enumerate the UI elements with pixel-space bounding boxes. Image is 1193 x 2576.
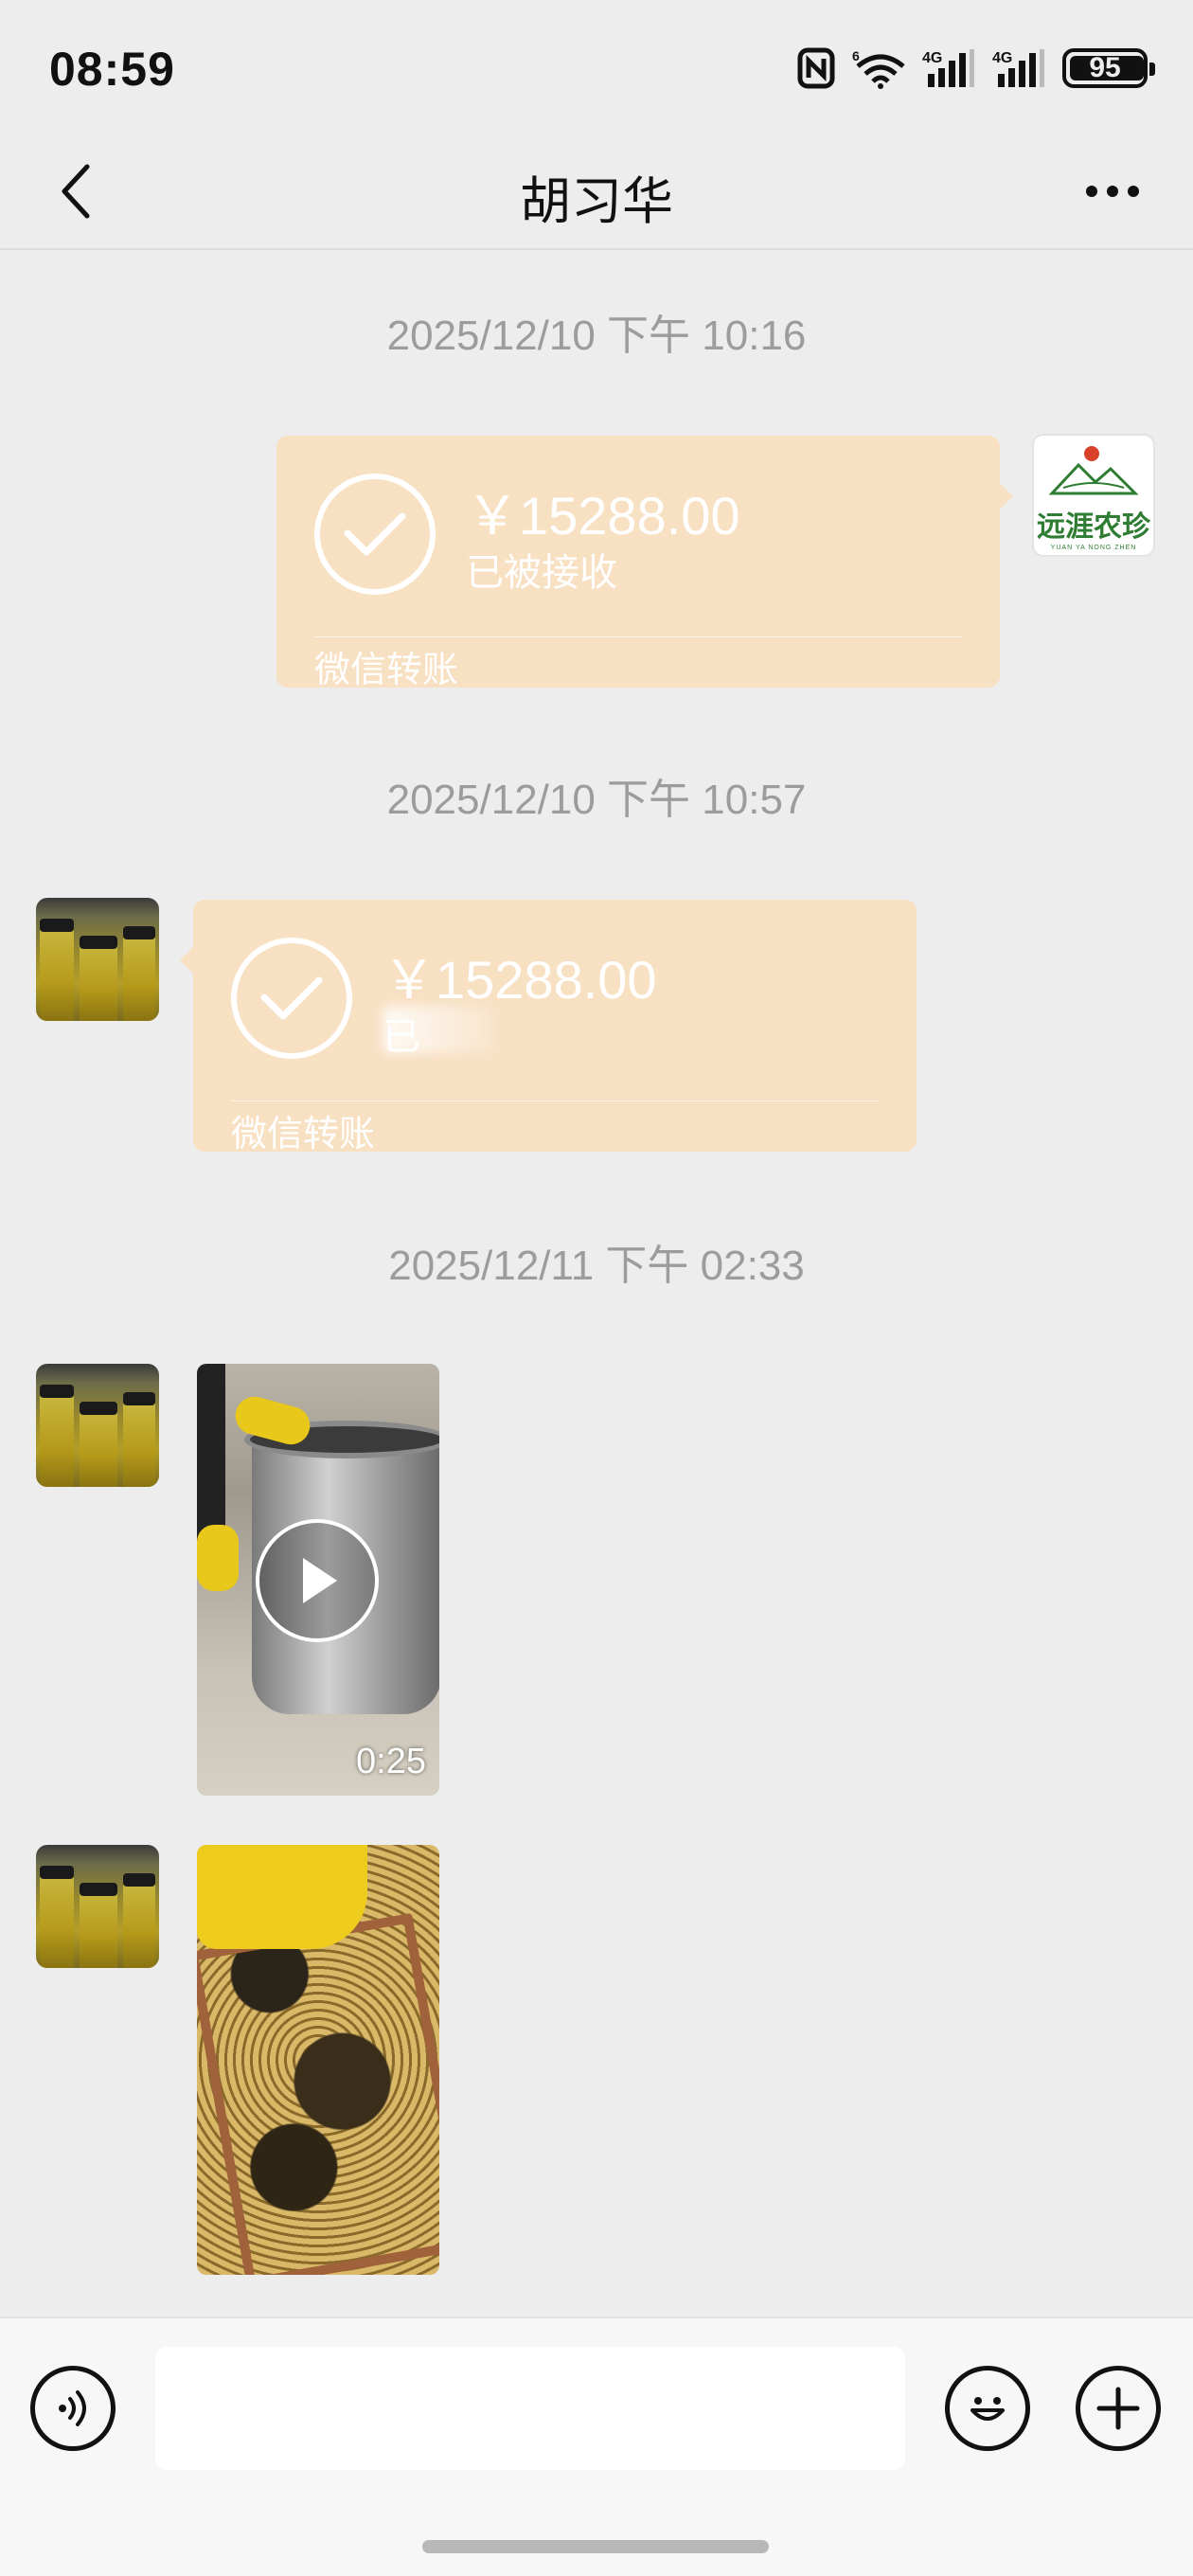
transfer-caption: 微信转账 [231,1115,376,1154]
contact-avatar[interactable] [36,1845,159,1968]
check-icon [314,474,436,595]
status-time: 08:59 [49,43,175,96]
play-icon [303,1558,337,1603]
divider [231,1100,879,1101]
status-icons: 6 4G 4G 95 [797,44,1155,93]
emoji-button[interactable] [945,2366,1030,2451]
play-button[interactable] [256,1519,379,1642]
transfer-bubble-received[interactable]: ￥15288.00 已 微信转账 [180,900,917,1154]
transfer-caption: 微信转账 [314,651,459,690]
signal-4g-icon: 4G [992,49,1044,87]
battery-icon: 95 [1062,48,1155,88]
plus-button[interactable] [1076,2366,1161,2451]
image-message[interactable] [197,1845,439,2275]
more-dots-icon [1086,186,1097,197]
svg-text:4G: 4G [992,50,1012,66]
message-timestamp: 2025/12/10 下午 10:57 [386,777,807,823]
chat-header: 胡习华 [0,133,1193,250]
transfer-amount: ￥15288.00 [466,486,740,546]
logo-sub: YUAN YA NONG ZHEN [1050,544,1137,551]
message-timestamp: 2025/12/10 下午 10:16 [386,313,807,359]
logo-name: 远涯农珍 [1037,510,1150,543]
svg-text:4G: 4G [922,50,942,66]
plus-icon [1096,2387,1140,2430]
transfer-status: 已被接收 [466,552,617,594]
status-bar: 08:59 6 4G 4G 95 [0,0,1193,133]
my-avatar[interactable]: 远涯农珍 YUAN YA NONG ZHEN [1032,434,1155,557]
message-input[interactable] [155,2347,905,2470]
message-timestamp: 2025/12/11 下午 02:33 [388,1243,805,1289]
more-button[interactable] [1070,153,1155,229]
voice-button[interactable] [30,2366,116,2451]
chat-title: 胡习华 [520,173,673,230]
voice-icon [59,2390,86,2426]
blurred-status [383,1006,496,1053]
check-icon [231,938,352,1059]
wifi-icon: 6 [852,48,905,89]
mountain-logo-icon [1048,445,1139,494]
emoji-icon [970,2397,1005,2421]
transfer-amount: ￥15288.00 [383,950,657,1010]
svg-text:6: 6 [852,48,860,63]
home-indicator[interactable] [422,2540,769,2553]
video-message[interactable]: 0:25 [197,1364,439,1796]
input-bar [0,2317,1193,2576]
contact-avatar[interactable] [36,898,159,1021]
divider [314,636,962,637]
nfc-icon [797,47,835,89]
signal-4g-icon: 4G [922,49,974,87]
contact-avatar[interactable] [36,1364,159,1487]
video-duration: 0:25 [356,1742,426,1781]
transfer-bubble-sent[interactable]: ￥15288.00 已被接收 微信转账 [276,436,1013,690]
battery-level: 95 [1089,52,1121,83]
